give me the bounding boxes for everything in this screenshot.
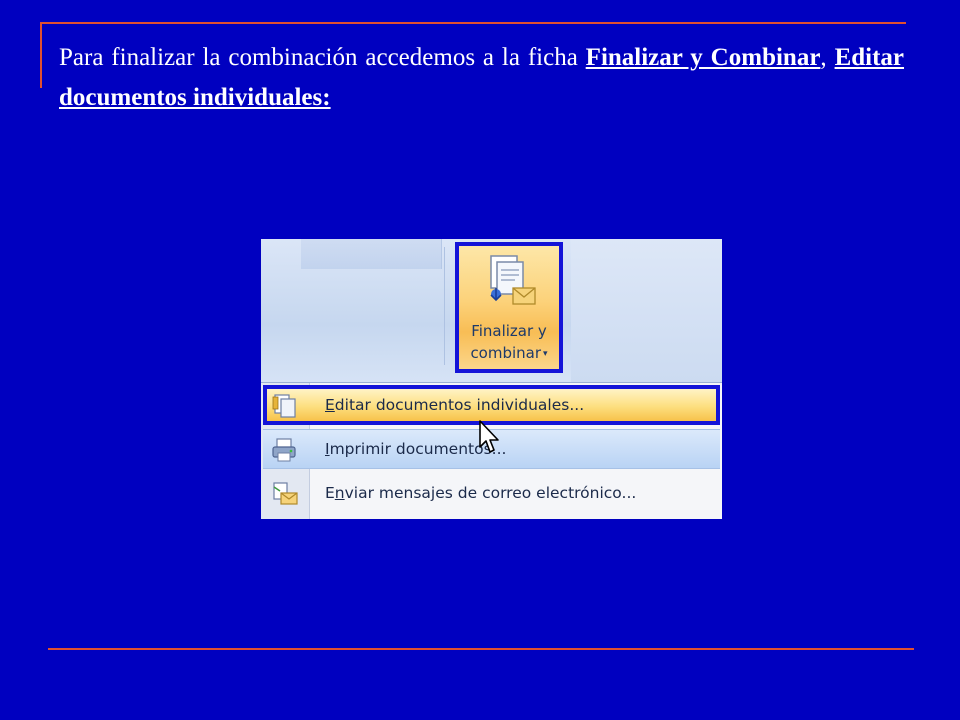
left-accent-line: [40, 22, 42, 88]
top-accent-line: [40, 22, 906, 24]
ribbon-panel: [301, 239, 442, 269]
ribbon-area: Finalizar y combinar ▾: [261, 239, 722, 382]
menu-item-enviar-mensajes[interactable]: Enviar mensajes de correo electrónico...: [263, 474, 720, 514]
edit-documents-icon: [272, 394, 296, 418]
finalizar-combinar-link[interactable]: Finalizar y Combinar: [586, 44, 821, 71]
merge-documents-icon: [490, 255, 536, 305]
mouse-cursor-icon: [479, 420, 499, 453]
ribbon-right-area: [571, 239, 722, 382]
button-label-line1: Finalizar y: [471, 322, 547, 340]
instruction-text: Para finalizar la combinación accedemos …: [59, 44, 586, 71]
finalizar-combinar-label: Finalizar y combinar ▾: [459, 320, 559, 365]
word-ribbon-screenshot: Finalizar y combinar ▾ Editar documentos …: [261, 239, 722, 519]
text-separator: ,: [820, 44, 835, 71]
finalizar-combinar-button[interactable]: Finalizar y combinar ▾: [455, 242, 563, 373]
send-email-icon: [273, 482, 298, 505]
button-label-line2: combinar: [470, 344, 542, 362]
bottom-accent-line: [48, 648, 914, 650]
chevron-down-icon: ▾: [543, 349, 548, 359]
menu-item-label: Enviar mensajes de correo electrónico...: [325, 484, 637, 502]
menu-item-label: Editar documentos individuales...: [325, 396, 585, 414]
print-documents-icon: [272, 438, 296, 462]
slide-instruction-text: Para finalizar la combinación accedemos …: [59, 38, 904, 118]
ribbon-separator: [444, 247, 445, 365]
